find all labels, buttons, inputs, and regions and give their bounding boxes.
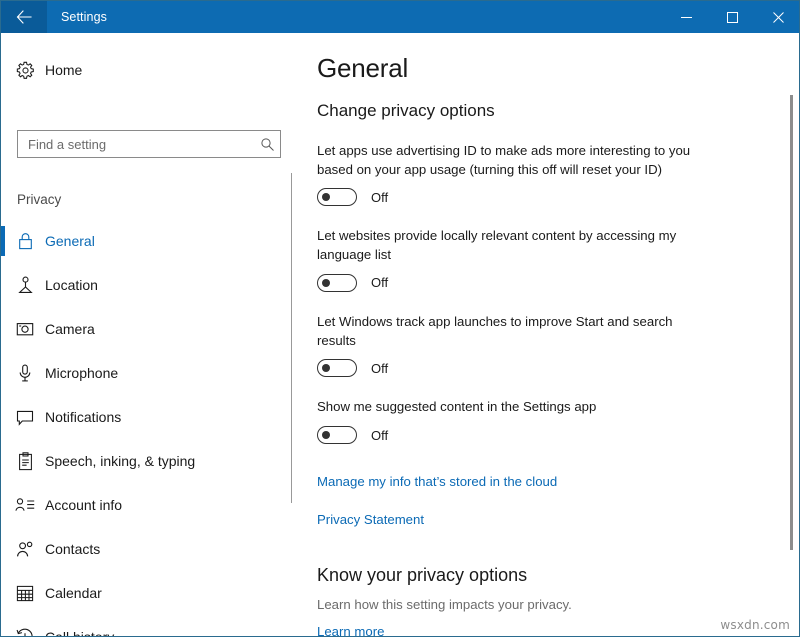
sidebar-item-general[interactable]: General [1, 219, 291, 263]
content-area: Home Privacy [1, 33, 799, 636]
back-button[interactable] [1, 1, 47, 33]
section-heading: Change privacy options [317, 84, 799, 121]
back-arrow-icon [16, 10, 32, 24]
calendar-icon [1, 584, 45, 602]
toggle-switch[interactable] [317, 359, 357, 377]
main-panel: General Change privacy options Let apps … [292, 33, 799, 636]
setting-description: Let websites provide locally relevant co… [317, 227, 711, 264]
sidebar-item-speech-inking-typing[interactable]: Speech, inking, & typing [1, 439, 291, 483]
sidebar-item-camera-label: Camera [45, 321, 95, 337]
privacy-statement-link[interactable]: Privacy Statement [317, 512, 424, 527]
setting-language-list: Let websites provide locally relevant co… [317, 206, 799, 291]
toggle-switch[interactable] [317, 188, 357, 206]
sidebar-item-speech-inking-typing-label: Speech, inking, & typing [45, 453, 195, 469]
sidebar-item-microphone-label: Microphone [45, 365, 118, 381]
sidebar-item-general-label: General [45, 233, 95, 249]
toggle-switch[interactable] [317, 274, 357, 292]
setting-advertising-id: Let apps use advertising ID to make ads … [317, 121, 799, 206]
page-title: General [317, 33, 799, 84]
toggle-track-app-launches[interactable]: Off [317, 359, 799, 377]
window-title: Settings [47, 1, 663, 33]
clipboard-icon [1, 452, 45, 471]
sidebar-item-camera[interactable]: Camera [1, 307, 291, 351]
toggle-advertising-id[interactable]: Off [317, 188, 799, 206]
scrollbar-thumb[interactable] [790, 95, 793, 550]
sidebar-item-calendar-label: Calendar [45, 585, 102, 601]
search-input[interactable] [18, 132, 254, 156]
sidebar-nav-list: General Location [1, 219, 291, 637]
sidebar-item-account-info-label: Account info [45, 497, 122, 513]
toggle-state-label: Off [371, 275, 388, 290]
sidebar-item-home[interactable]: Home [1, 53, 291, 87]
toggle-knob [322, 193, 330, 201]
notification-balloon-icon [1, 409, 45, 426]
contacts-icon [1, 541, 45, 558]
toggle-language-list[interactable]: Off [317, 274, 799, 292]
manage-cloud-info-row: Manage my info that’s stored in the clou… [317, 444, 799, 491]
sidebar-item-location[interactable]: Location [1, 263, 291, 307]
microphone-icon [1, 364, 45, 383]
window-controls [663, 1, 800, 33]
privacy-statement-row: Privacy Statement [317, 491, 799, 529]
toggle-suggested-content[interactable]: Off [317, 426, 799, 444]
toggle-state-label: Off [371, 190, 388, 205]
lock-icon [1, 232, 45, 250]
toggle-state-label: Off [371, 361, 388, 376]
sidebar-item-call-history-label: Call history [45, 629, 114, 637]
setting-suggested-content: Show me suggested content in the Setting… [317, 377, 799, 444]
call-history-clock-icon [1, 628, 45, 637]
account-info-icon [1, 497, 45, 513]
maximize-button[interactable] [709, 1, 755, 33]
know-privacy-heading: Know your privacy options [317, 529, 799, 586]
toggle-knob [322, 431, 330, 439]
search-box[interactable] [17, 130, 281, 158]
gear-icon [1, 61, 45, 80]
title-bar: Settings [1, 1, 800, 33]
know-privacy-subtext: Learn how this setting impacts your priv… [317, 586, 799, 612]
camera-icon [1, 321, 45, 337]
minimize-button[interactable] [663, 1, 709, 33]
close-icon [773, 12, 784, 23]
setting-track-app-launches: Let Windows track app launches to improv… [317, 292, 799, 377]
sidebar-item-notifications-label: Notifications [45, 409, 121, 425]
sidebar-item-notifications[interactable]: Notifications [1, 395, 291, 439]
setting-description: Let Windows track app launches to improv… [317, 313, 711, 350]
learn-more-link[interactable]: Learn more [317, 624, 384, 636]
toggle-knob [322, 364, 330, 372]
sidebar-item-location-label: Location [45, 277, 98, 293]
sidebar-category-label: Privacy [17, 192, 61, 207]
sidebar-item-contacts-label: Contacts [45, 541, 100, 557]
sidebar-item-microphone[interactable]: Microphone [1, 351, 291, 395]
sidebar-item-calendar[interactable]: Calendar [1, 571, 291, 615]
sidebar: Home Privacy [1, 33, 291, 636]
settings-window: Settings [0, 0, 800, 637]
setting-description: Let apps use advertising ID to make ads … [317, 142, 711, 179]
sidebar-item-account-info[interactable]: Account info [1, 483, 291, 527]
location-pin-icon [1, 276, 45, 294]
toggle-switch[interactable] [317, 426, 357, 444]
setting-description: Show me suggested content in the Setting… [317, 398, 711, 417]
sidebar-item-call-history[interactable]: Call history [1, 615, 291, 637]
minimize-icon [681, 12, 692, 23]
sidebar-item-contacts[interactable]: Contacts [1, 527, 291, 571]
maximize-icon [727, 12, 738, 23]
close-button[interactable] [755, 1, 800, 33]
manage-cloud-info-link[interactable]: Manage my info that’s stored in the clou… [317, 474, 557, 489]
search-icon[interactable] [254, 137, 280, 152]
toggle-state-label: Off [371, 428, 388, 443]
main-scrollbar[interactable] [788, 33, 796, 636]
sidebar-item-home-label: Home [45, 62, 82, 78]
toggle-knob [322, 279, 330, 287]
watermark: wsxdn.com [720, 618, 790, 632]
